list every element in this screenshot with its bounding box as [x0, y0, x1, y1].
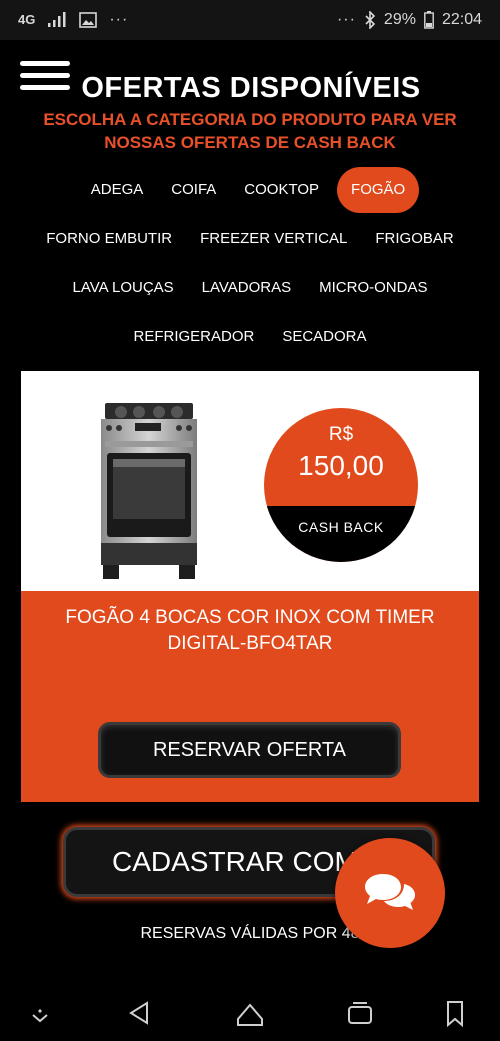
status-bar: 4G ··· ··· 29% 22:04	[0, 0, 500, 40]
image-icon	[79, 12, 98, 28]
category-row: REFRIGERADOR SECADORA	[0, 312, 500, 361]
category-micro-ondas[interactable]: MICRO-ONDAS	[309, 265, 437, 311]
bluetooth-icon	[365, 11, 376, 29]
recents-icon[interactable]	[345, 999, 375, 1027]
home-icon[interactable]	[235, 999, 265, 1027]
clock: 22:04	[441, 11, 482, 28]
category-secadora[interactable]: SECADORA	[272, 314, 376, 360]
battery-percent: 29%	[383, 11, 416, 28]
category-freezer-vertical[interactable]: FREEZER VERTICAL	[190, 216, 357, 262]
collapse-icon[interactable]	[25, 999, 55, 1027]
category-fogao[interactable]: FOGÃO	[337, 166, 420, 213]
chat-button[interactable]	[335, 838, 445, 948]
more-status-icon: ···	[336, 11, 356, 28]
page-title: OFERTAS DISPONÍVEIS	[81, 72, 421, 104]
category-lava-loucas[interactable]: LAVA LOUÇAS	[63, 265, 184, 311]
stove-product-image	[101, 403, 197, 579]
category-row: ADEGA COIFA COOKTOP FOGÃO	[0, 165, 500, 214]
category-adega[interactable]: ADEGA	[81, 167, 154, 213]
signal-icon	[48, 12, 66, 27]
bookmark-icon[interactable]	[440, 999, 470, 1027]
battery-icon	[424, 11, 434, 29]
category-list: ADEGA COIFA COOKTOP FOGÃO FORNO EMBUTIR …	[0, 165, 500, 361]
category-refrigerador[interactable]: REFRIGERADOR	[123, 314, 264, 360]
cashback-value: 150,00	[298, 450, 384, 481]
category-row: LAVA LOUÇAS LAVADORAS MICRO-ONDAS	[0, 263, 500, 312]
category-row: FORNO EMBUTIR FREEZER VERTICAL FRIGOBAR	[0, 214, 500, 263]
category-coifa[interactable]: COIFA	[161, 167, 226, 213]
currency-symbol: R$	[328, 424, 354, 445]
chat-bubbles-icon	[365, 874, 415, 910]
cashback-badge: R$ 150,00 CASH BACK	[264, 408, 418, 562]
category-lavadoras[interactable]: LAVADORAS	[192, 265, 301, 311]
more-notifications-icon: ···	[109, 11, 129, 28]
category-forno-embutir[interactable]: FORNO EMBUTIR	[36, 216, 182, 262]
system-nav-bar	[0, 985, 500, 1041]
product-name: FOGÃO 4 BOCAS COR INOX COM TIMER DIGITAL…	[65, 607, 435, 654]
cashback-label: CASH BACK	[264, 506, 418, 562]
reserve-offer-button[interactable]: RESERVAR OFERTA	[98, 722, 401, 778]
network-type: 4G	[18, 12, 36, 27]
back-icon[interactable]	[125, 999, 155, 1027]
category-cooktop[interactable]: COOKTOP	[234, 167, 329, 213]
category-frigobar[interactable]: FRIGOBAR	[365, 216, 463, 262]
page-subtitle: ESCOLHA A CATEGORIA DO PRODUTO PARA VER …	[43, 110, 457, 152]
